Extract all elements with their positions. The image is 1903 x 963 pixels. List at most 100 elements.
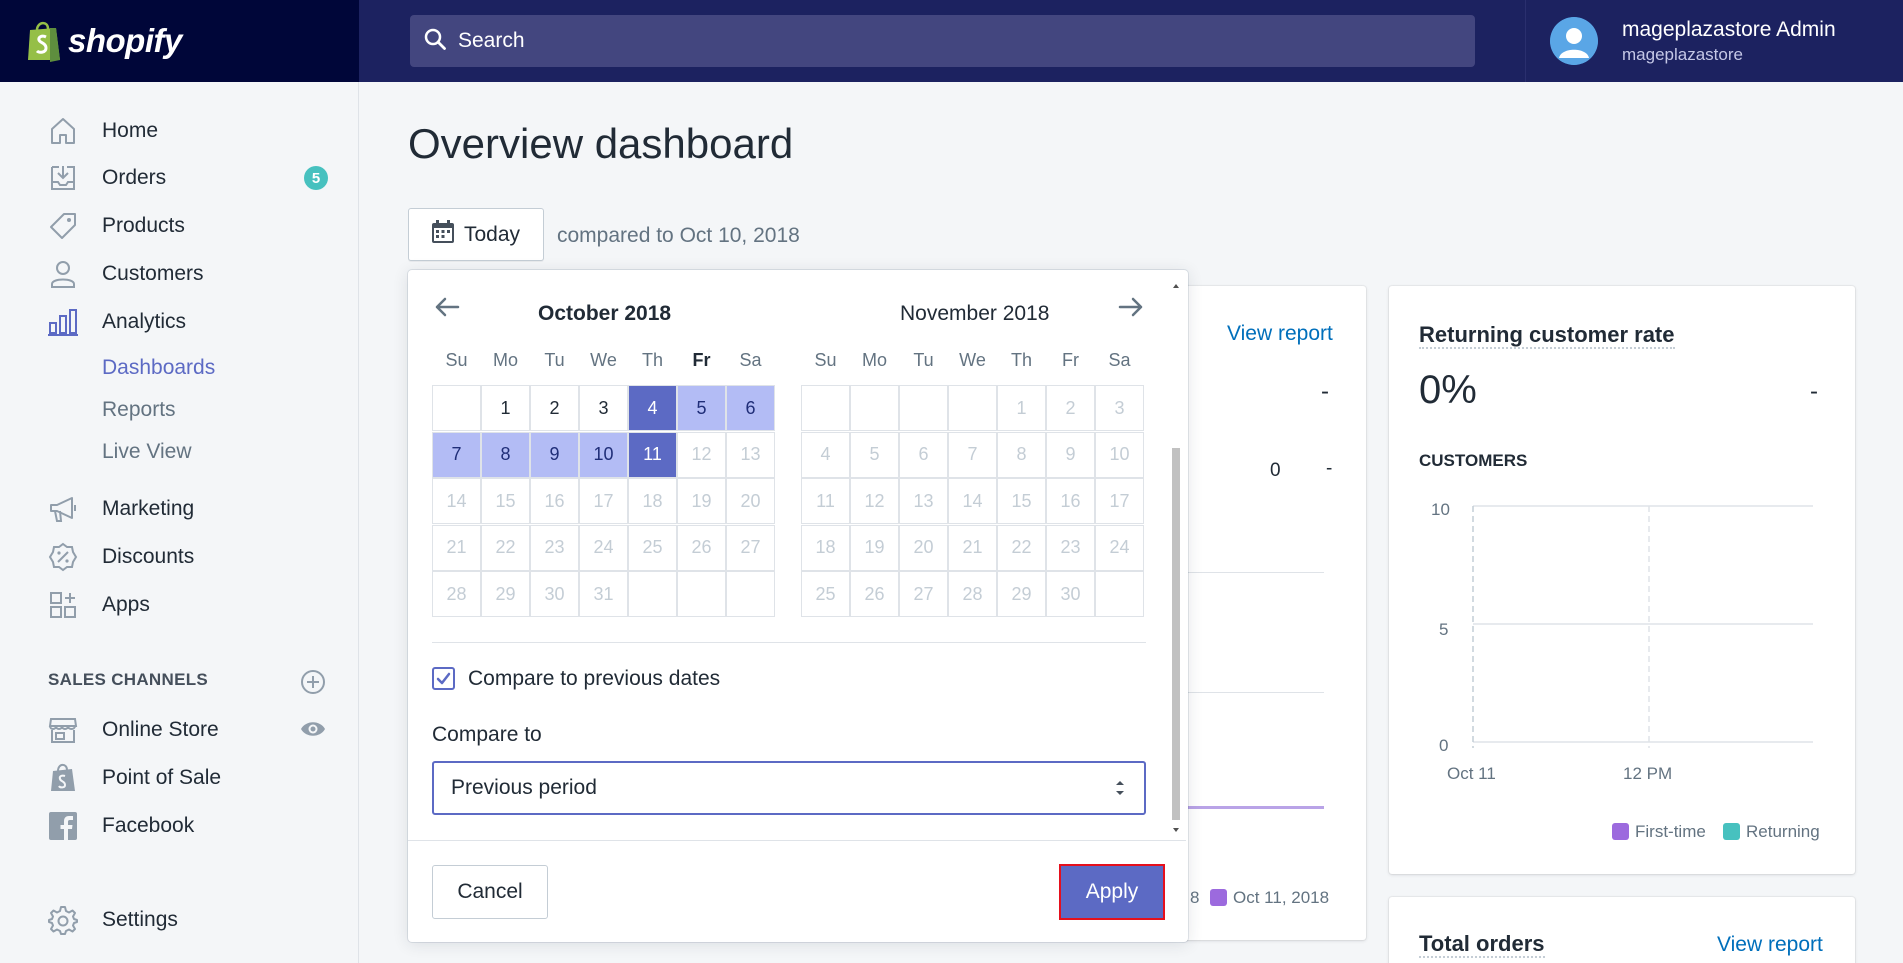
legend-item-returning: Returning (1723, 822, 1820, 842)
search-placeholder: Search (458, 29, 525, 52)
eye-icon[interactable] (300, 719, 326, 744)
calendar-day: 12 (850, 478, 899, 524)
calendar-day: 26 (677, 524, 726, 571)
compare-to-select[interactable]: Previous period (432, 761, 1146, 815)
total-orders-card: Total orders View report (1389, 897, 1855, 963)
brand[interactable]: shopify (0, 0, 359, 82)
weekday-label: Su (814, 350, 837, 370)
calendar-empty-cell (726, 571, 775, 617)
arrow-left-icon[interactable] (434, 296, 460, 323)
calendar-day: 28 (948, 571, 997, 617)
apps-icon (46, 588, 80, 622)
calendar-day: 17 (1095, 478, 1144, 524)
divider (432, 642, 1146, 643)
date-range-button[interactable]: Today (408, 208, 544, 261)
apply-button[interactable]: Apply (1059, 864, 1165, 920)
sidebar-subitem-reports[interactable]: Reports (102, 398, 176, 422)
calendar-day: 13 (726, 431, 775, 478)
calendar-day: 24 (579, 524, 628, 571)
orders-count-badge: 5 (304, 166, 328, 190)
megaphone-icon (46, 492, 80, 526)
calendar-day: 11 (801, 478, 850, 524)
sidebar-subitem-live-view[interactable]: Live View (102, 440, 192, 464)
sidebar-item-apps[interactable]: Apps (46, 588, 150, 622)
scrollbar-thumb[interactable] (1172, 448, 1180, 820)
sidebar-item-settings[interactable]: Settings (46, 905, 178, 935)
sidebar-item-label: Home (102, 119, 159, 142)
weekday-label: Th (641, 350, 663, 370)
card-title[interactable]: Total orders (1419, 931, 1545, 958)
discount-icon (46, 540, 80, 574)
calendar-day: 3 (1095, 385, 1144, 431)
y-tick-label: 0 (1439, 736, 1449, 755)
person-icon (46, 257, 80, 291)
compared-to-text: compared to Oct 10, 2018 (557, 224, 800, 247)
sidebar-item-home[interactable]: Home (46, 116, 158, 146)
calendar-day[interactable]: 9 (530, 431, 579, 478)
x-tick-label: 12 PM (1623, 764, 1673, 783)
calendar-day: 13 (899, 478, 948, 524)
calendar-day: 7 (948, 431, 997, 478)
sidebar-item-products[interactable]: Products (46, 211, 185, 241)
add-channel-icon[interactable] (300, 669, 326, 700)
calendar-day: 14 (948, 478, 997, 524)
calendar-day[interactable]: 1 (481, 385, 530, 431)
sidebar-item-orders[interactable]: Orders (46, 163, 166, 193)
weekday-label: Th (1010, 350, 1032, 370)
compare-checkbox-label[interactable]: Compare to previous dates (468, 667, 720, 691)
calendar-day: 5 (850, 431, 899, 478)
gridline (1180, 572, 1324, 573)
calendar-day: 27 (726, 524, 775, 571)
sidebar-item-point-of-sale[interactable]: Point of Sale (46, 763, 221, 793)
facebook-icon (46, 809, 80, 843)
weekday-label: Sa (1108, 350, 1131, 370)
calendar-day[interactable]: 11 (628, 431, 677, 478)
sidebar-item-label: Analytics (102, 310, 187, 333)
bar-chart-icon (46, 305, 80, 339)
view-report-link[interactable]: View report (1227, 322, 1333, 346)
sidebar-item-online-store[interactable]: Online Store (46, 715, 219, 745)
right-month-title: November 2018 (900, 302, 1050, 325)
view-report-link[interactable]: View report (1717, 933, 1823, 957)
calendar-day[interactable]: 7 (432, 431, 481, 478)
calendar-empty-cell (850, 385, 899, 431)
calendar-day[interactable]: 5 (677, 385, 726, 431)
weekday-label: We (590, 350, 617, 370)
cancel-button[interactable]: Cancel (432, 865, 548, 919)
calendar-day: 30 (1046, 571, 1095, 617)
calendar-day[interactable]: 10 (579, 431, 628, 478)
weekday-label: Tu (544, 350, 565, 370)
sidebar-item-discounts[interactable]: Discounts (46, 540, 194, 574)
sidebar-item-customers[interactable]: Customers (46, 257, 204, 291)
calendar-day[interactable]: 6 (726, 385, 775, 431)
sidebar-item-marketing[interactable]: Marketing (46, 492, 194, 526)
calendar-day: 9 (1046, 431, 1095, 478)
calendar-icon (431, 220, 455, 249)
calendar-day[interactable]: 3 (579, 385, 628, 431)
calendar-day: 27 (899, 571, 948, 617)
sidebar-item-label: Products (102, 214, 185, 237)
calendar-day: 18 (801, 524, 850, 571)
gridline (1180, 692, 1324, 693)
avatar[interactable] (1550, 17, 1598, 65)
sidebar-item-analytics[interactable]: Analytics (46, 305, 186, 339)
calendar-day[interactable]: 2 (530, 385, 579, 431)
calendar-day: 21 (432, 524, 481, 571)
compare-checkbox[interactable] (432, 667, 455, 690)
sidebar-item-label: Settings (102, 908, 178, 931)
sidebar-item-facebook[interactable]: Facebook (46, 809, 194, 843)
calendar-day[interactable]: 8 (481, 431, 530, 478)
search-input[interactable]: Search (410, 15, 1475, 67)
calendar-day[interactable]: 4 (628, 385, 677, 431)
arrow-right-icon[interactable] (1118, 296, 1144, 323)
page-title: Overview dashboard (408, 120, 794, 167)
user-menu[interactable]: mageplazastore Admin mageplazastore (1525, 0, 1903, 82)
compare-to-label: Compare to (432, 723, 542, 746)
calendar-day: 1 (997, 385, 1046, 431)
calendar-day: 16 (530, 478, 579, 524)
sidebar-subitem-dashboards[interactable]: Dashboards (102, 356, 215, 380)
sidebar-item-label: Point of Sale (102, 766, 222, 789)
sales-value: 0 (1270, 460, 1281, 481)
user-name: mageplazastore Admin (1622, 17, 1836, 41)
calendar-day: 22 (481, 524, 530, 571)
